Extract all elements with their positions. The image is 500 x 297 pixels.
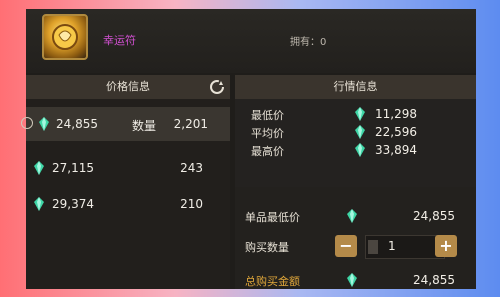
purchase-section: 单品最低价 24,855 购买数量 − 1 + 总购买金额 24,855 [235,187,476,289]
quantity-input[interactable]: 1 [365,235,445,259]
quantity-grip-icon [368,240,378,254]
owned-count: 拥有：0 [290,37,327,48]
total-cost-value: 24,855 [413,273,455,287]
selected-radio[interactable] [21,117,33,129]
lucky-charm-icon [52,24,78,50]
increase-quantity-button[interactable]: + [435,235,457,257]
market-info-panel: 行情信息 最低价 11,298 平均价 22,596 最高价 33,894 单品… [235,75,476,289]
quantity-input-value: 1 [388,239,396,253]
market-info-title: 行情信息 [235,75,476,99]
item-icon[interactable] [42,14,88,60]
trade-window: 幸运符 拥有：0 价格信息 24,855 数量 2,201 27,115 243… [21,9,476,289]
gem-icon [355,143,365,157]
unit-min-price-value: 24,855 [413,209,455,223]
max-price-value: 33,894 [375,143,417,157]
total-cost-label: 总购买金额 [245,275,300,288]
price-row-2[interactable]: 27,115 243 [26,151,230,185]
gem-icon [355,107,365,121]
quantity-value: 243 [180,161,203,175]
refresh-icon[interactable] [209,79,225,95]
price-info-panel: 价格信息 24,855 数量 2,201 27,115 243 29,374 2… [21,75,230,289]
avg-price-value: 22,596 [375,125,417,139]
item-name: 幸运符 [103,34,136,47]
price-row-1[interactable]: 24,855 数量 2,201 [21,107,230,141]
quantity-value: 2,201 [173,117,208,131]
gem-icon [347,209,357,223]
price-value: 27,115 [52,161,94,175]
price-value: 24,855 [56,117,98,131]
unit-min-price-label: 单品最低价 [245,211,300,224]
avg-price-label: 平均价 [251,127,284,140]
min-price-label: 最低价 [251,109,284,122]
min-price-value: 11,298 [375,107,417,121]
gem-icon [355,125,365,139]
price-row-3[interactable]: 29,374 210 [26,187,230,221]
decrease-quantity-button[interactable]: − [335,235,357,257]
gem-icon [39,117,49,131]
price-value: 29,374 [52,197,94,211]
price-info-title: 价格信息 [26,75,230,99]
quantity-value: 210 [180,197,203,211]
quantity-label: 数量 [132,119,157,133]
gem-icon [34,197,44,211]
gem-icon [347,273,357,287]
gem-icon [34,161,44,175]
item-header: 幸运符 拥有：0 [26,9,476,73]
buy-quantity-label: 购买数量 [245,241,289,254]
max-price-label: 最高价 [251,145,284,158]
